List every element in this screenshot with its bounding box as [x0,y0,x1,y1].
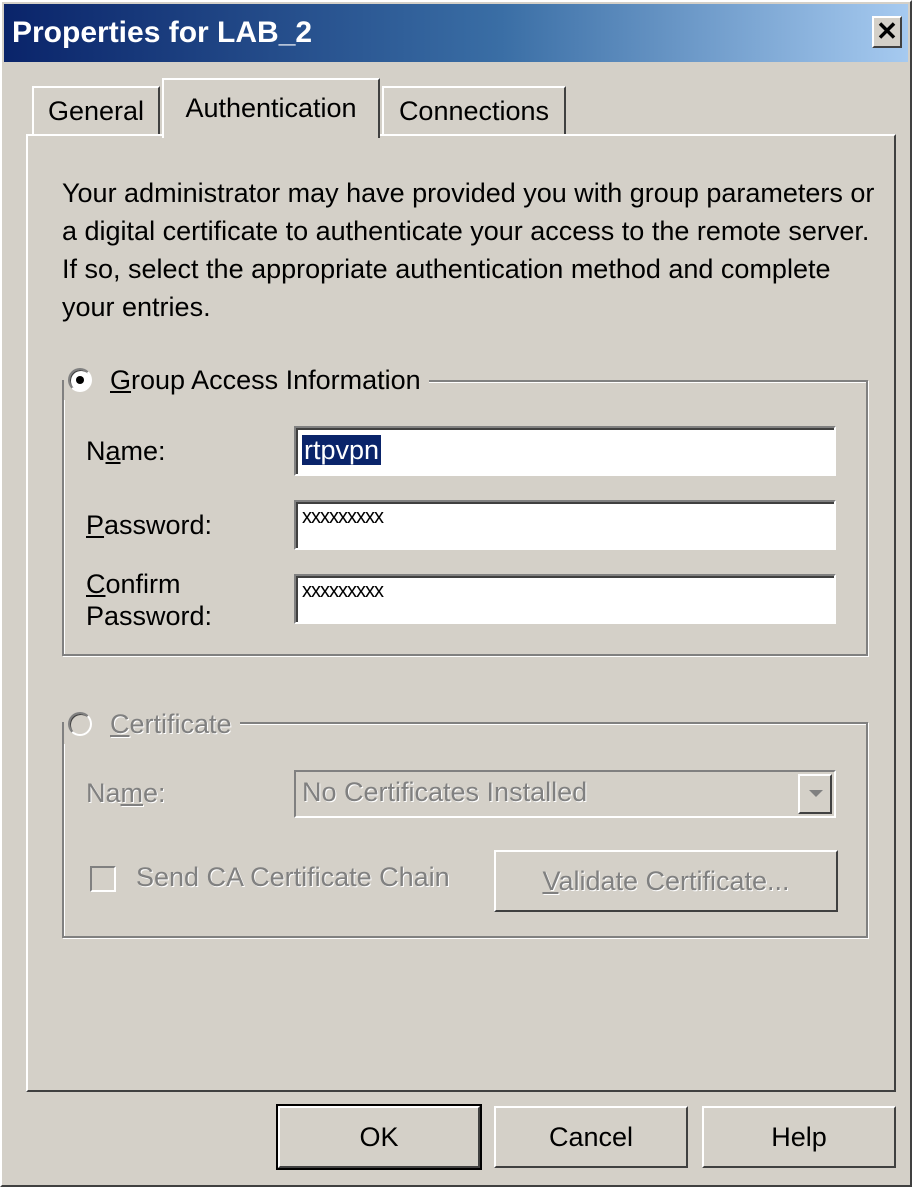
close-icon: ✕ [876,16,898,46]
help-label: Help [771,1122,827,1152]
tab-panel-authentication [26,134,896,1092]
cancel-label: Cancel [548,1122,634,1152]
tab-general[interactable]: General [32,86,160,136]
title-bar[interactable]: Properties for LAB_2 ✕ [4,4,908,62]
tab-authentication-label: Authentication [185,93,357,123]
ok-button[interactable]: OK [276,1104,482,1170]
help-button[interactable]: Help [702,1106,896,1168]
tab-general-label: General [47,96,145,126]
close-button[interactable]: ✕ [872,16,902,48]
ok-label: OK [359,1122,399,1152]
cancel-button[interactable]: Cancel [494,1106,688,1168]
tab-connections[interactable]: Connections [382,86,566,136]
tab-authentication[interactable]: Authentication [162,78,380,138]
window-title: Properties for LAB_2 [12,16,313,49]
tab-connections-label: Connections [398,96,550,126]
properties-dialog: Properties for LAB_2 ✕ General Authentic… [0,0,912,1187]
